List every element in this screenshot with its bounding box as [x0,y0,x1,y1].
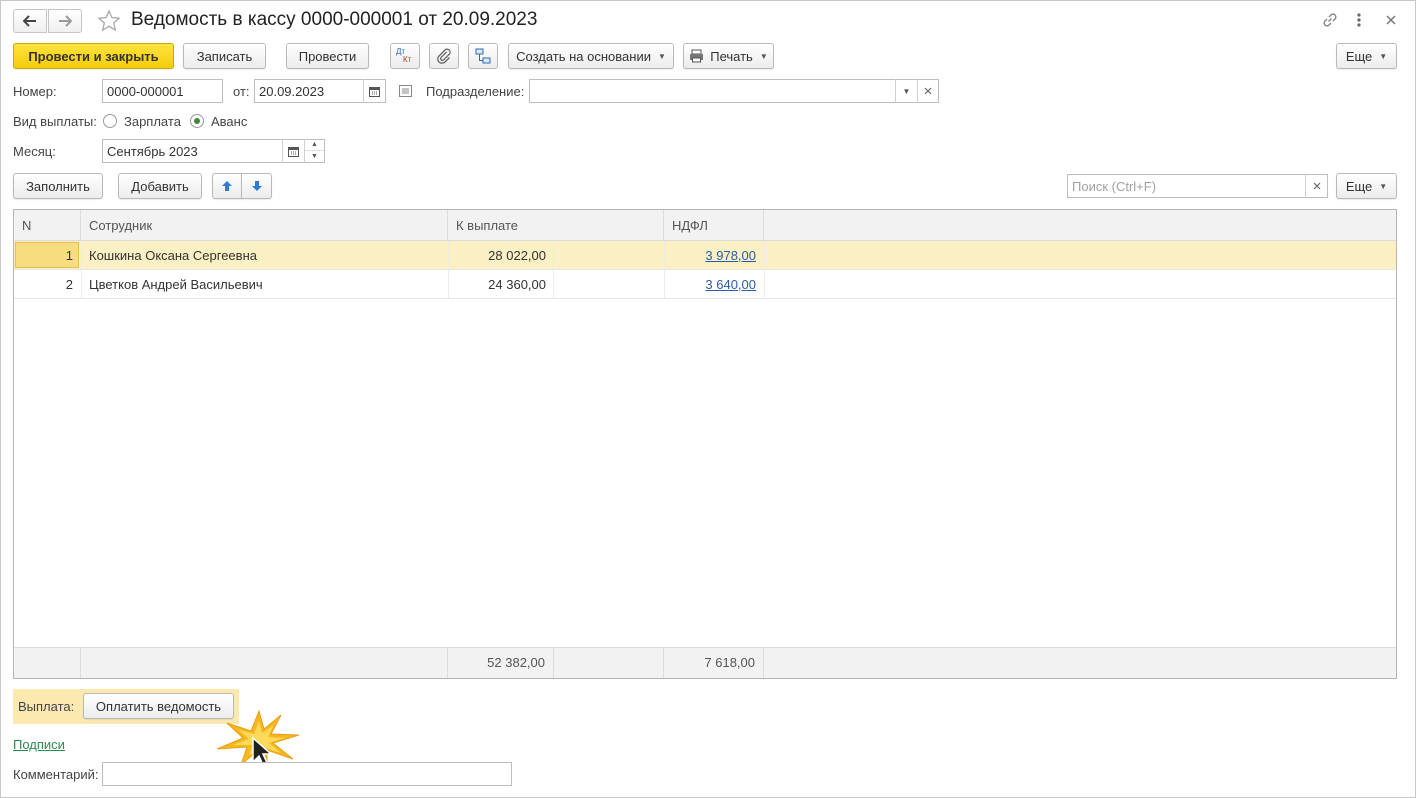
column-divider [81,241,82,299]
clear-icon [1313,182,1320,190]
footer-cell-employee [81,648,448,678]
move-up-button[interactable] [212,173,242,199]
cell-n[interactable]: 1 [14,241,81,270]
post-and-close-button[interactable]: Провести и закрыть [13,43,174,69]
cell-employee[interactable]: Цветков Андрей Васильевич [81,270,448,299]
document-window: Ведомость в кассу 0000-000001 от 20.09.2… [0,0,1416,798]
cell-to-pay[interactable]: 28 022,00 [448,241,554,270]
date-value: 20.09.2023 [259,83,325,99]
comment-label: Комментарий: [13,767,99,782]
attach-button[interactable] [429,43,459,69]
number-field[interactable]: 0000-000001 [102,79,223,103]
structure-icon [475,48,491,64]
month-value: Сентябрь 2023 [107,143,198,159]
close-icon[interactable] [1383,12,1399,28]
post-button[interactable]: Провести [286,43,369,69]
number-label: Номер: [13,84,57,99]
cell-to-pay[interactable]: 24 360,00 [448,270,554,299]
page-title: Ведомость в кассу 0000-000001 от 20.09.2… [131,9,538,30]
month-field[interactable]: Сентябрь 2023 ▲ ▼ [102,139,325,163]
dropdown-arrow-icon: ▼ [1379,181,1388,191]
table-more-button[interactable]: Еще ▼ [1336,173,1397,199]
more-vertical-icon[interactable] [1353,11,1365,29]
print-button[interactable]: Печать ▼ [683,43,774,69]
move-down-button[interactable] [241,173,272,199]
table-row[interactable]: 2 Цветков Андрей Васильевич 24 360,00 3 … [14,270,1396,299]
column-header-employee[interactable]: Сотрудник [81,210,448,241]
cell-ndfl[interactable]: 3 640,00 [664,270,764,299]
forward-button[interactable] [48,9,82,33]
comment-field[interactable] [102,762,512,786]
date-label: от: [233,84,250,99]
arrow-right-icon [59,15,72,27]
calendar-button[interactable] [363,79,385,103]
footer-cell-n [14,648,81,678]
department-label: Подразделение: [426,84,525,99]
column-header-ndfl[interactable]: НДФЛ [664,210,764,241]
clear-icon [924,87,932,95]
department-dropdown-button[interactable]: ▼ [895,79,917,103]
cell-employee[interactable]: Кошкина Оксана Сергеевна [81,241,448,270]
document-list-icon[interactable] [399,85,412,97]
fill-button[interactable]: Заполнить [13,173,103,199]
spinner-up-icon[interactable]: ▲ [305,139,324,151]
printer-icon [690,49,704,63]
radio-salary[interactable] [103,114,117,128]
table-footer-totals: 52 382,00 7 618,00 [14,647,1396,678]
arrow-up-icon [222,181,232,191]
cell-ndfl[interactable]: 3 978,00 [664,241,764,270]
dtkt-button[interactable]: Дт Кт [390,43,420,69]
signatures-link[interactable]: Подписи [13,737,65,752]
column-divider [448,241,449,299]
radio-advance[interactable] [190,114,204,128]
dtkt-icon: Дт Кт [396,47,412,64]
back-button[interactable] [13,9,47,33]
search-clear-button[interactable] [1305,174,1327,198]
table-header: N Сотрудник К выплате НДФЛ [14,210,1396,241]
link-icon[interactable] [1321,11,1339,29]
calendar-icon [369,86,380,97]
radio-advance-label[interactable]: Аванс [211,114,247,129]
payment-kind-label: Вид выплаты: [13,114,97,129]
footer-cell-spacer [554,648,664,678]
paperclip-icon [437,48,451,64]
arrow-left-icon [23,15,36,27]
column-divider [553,241,554,299]
dropdown-arrow-icon: ▼ [1379,51,1388,61]
search-placeholder: Поиск (Ctrl+F) [1072,178,1157,194]
payroll-table[interactable]: N Сотрудник К выплате НДФЛ 1 Кошкина Окс… [13,209,1397,679]
month-calendar-button[interactable] [282,139,304,163]
dropdown-arrow-icon: ▼ [759,51,768,61]
column-header-n[interactable]: N [14,210,81,241]
total-to-pay: 52 382,00 [448,648,554,678]
column-header-to-pay[interactable]: К выплате [448,210,664,241]
column-divider [664,241,665,299]
spinner-down-icon[interactable]: ▼ [305,151,324,162]
dropdown-arrow-icon: ▼ [902,86,911,96]
cell-n[interactable]: 2 [14,270,81,299]
table-row[interactable]: 1 Кошкина Оксана Сергеевна 28 022,00 3 9… [14,241,1396,270]
calendar-icon [288,146,299,157]
save-button[interactable]: Записать [183,43,266,69]
month-spinner[interactable]: ▲ ▼ [304,139,324,163]
create-based-on-button[interactable]: Создать на основании ▼ [508,43,674,69]
department-clear-button[interactable] [917,79,938,103]
column-divider [764,241,765,299]
radio-salary-label[interactable]: Зарплата [124,114,181,129]
ndfl-link[interactable]: 3 640,00 [705,277,756,292]
month-label: Месяц: [13,144,56,159]
dropdown-arrow-icon: ▼ [657,51,666,61]
department-field[interactable]: ▼ [529,79,939,103]
date-field[interactable]: 20.09.2023 [254,79,386,103]
total-ndfl: 7 618,00 [664,648,764,678]
ndfl-link[interactable]: 3 978,00 [705,248,756,263]
structure-button[interactable] [468,43,498,69]
more-button[interactable]: Еще ▼ [1336,43,1397,69]
payment-label: Выплата: [18,699,75,714]
arrow-down-icon [251,181,262,191]
favorite-star-icon[interactable] [97,9,121,33]
add-button[interactable]: Добавить [118,173,202,199]
search-input[interactable]: Поиск (Ctrl+F) [1067,174,1328,198]
